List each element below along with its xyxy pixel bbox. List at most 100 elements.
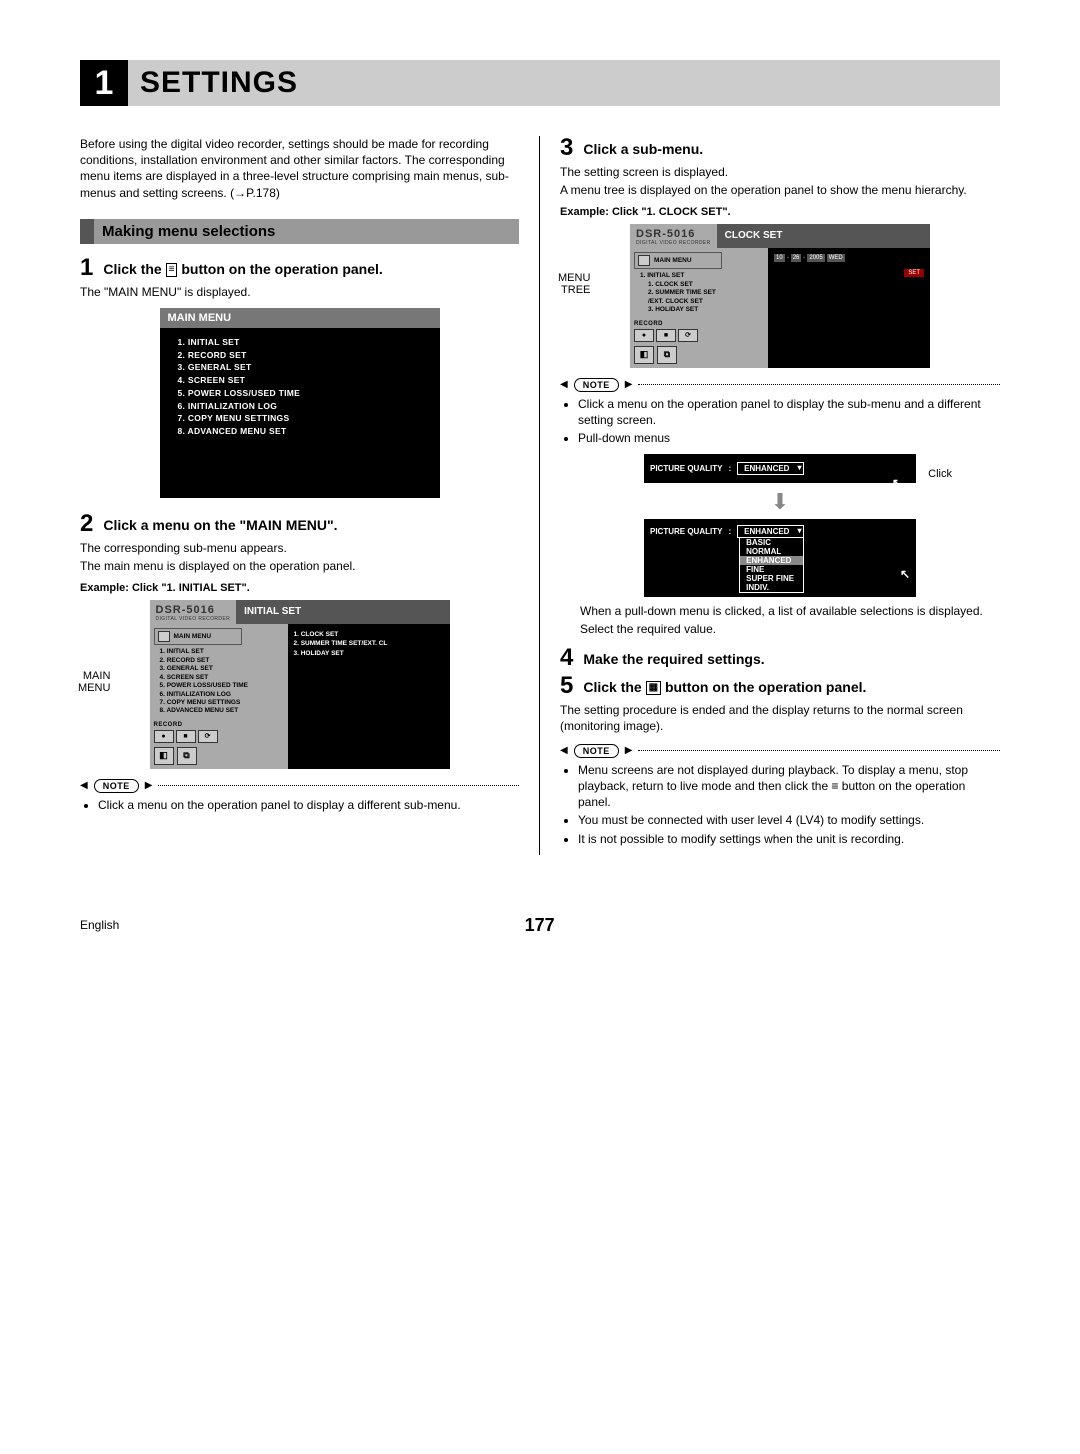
step-2-body-1: The corresponding sub-menu appears.	[80, 540, 519, 556]
note-label: NOTE	[574, 744, 619, 758]
step-number: 1	[80, 256, 93, 280]
step-1-title: Click the ≡ button on the operation pane…	[103, 256, 382, 278]
step-4-title: Make the required settings.	[583, 646, 764, 668]
main-menu-items: 1. INITIAL SET 2. RECORD SET 3. GENERAL …	[160, 328, 440, 498]
menu-tree-callout: MENU TREE	[558, 272, 590, 296]
note-arrow-right-icon: ▶	[145, 780, 153, 791]
month-select: 10	[774, 254, 785, 262]
menu-item: 5. POWER LOSS/USED TIME	[178, 387, 430, 400]
pq-option: BASIC	[740, 538, 803, 547]
pq-body-2: Select the required value.	[580, 621, 1000, 637]
tool-icon: ◧	[154, 747, 174, 765]
step-2-example: Example: Click "1. INITIAL SET".	[80, 582, 519, 594]
note-bullet: You must be connected with user level 4 …	[578, 812, 1000, 828]
dsr-clock-screenshot: DSR-5016 DIGITAL VIDEO RECORDER CLOCK SE…	[630, 224, 930, 367]
main-menu-screenshot: MAIN MENU 1. INITIAL SET 2. RECORD SET 3…	[160, 308, 440, 498]
step-4: 4 Make the required settings.	[560, 646, 1000, 670]
live-icon: ▦	[646, 681, 661, 695]
note-2-list: Click a menu on the operation panel to d…	[560, 396, 1000, 447]
pq-option: SUPER FINE	[740, 574, 803, 583]
note-arrow-left-icon: ◀	[560, 745, 568, 756]
note-1-list: Click a menu on the operation panel to d…	[80, 797, 519, 813]
step-5-title: Click the ▦ button on the operation pane…	[583, 674, 866, 696]
pq-select-closed: ENHANCED	[737, 462, 804, 475]
transport-controls: ● ■ ⟳	[154, 730, 284, 743]
dsr-brand: DSR-5016	[636, 228, 711, 240]
tool-icon: ⧉	[657, 346, 677, 364]
note-bullet: Click a menu on the operation panel to d…	[578, 396, 1000, 428]
step-3: 3 Click a sub-menu.	[560, 136, 1000, 160]
note-row: ◀ NOTE ▶	[560, 378, 1000, 392]
footer-language: English	[80, 918, 119, 932]
menu-item: 7. COPY MENU SETTINGS	[178, 412, 430, 425]
note-label: NOTE	[574, 378, 619, 392]
pq-option: INDIV.	[740, 583, 803, 592]
pq-select-open: ENHANCED	[737, 525, 804, 538]
step-5-body: The setting procedure is ended and the d…	[560, 702, 1000, 734]
step-3-body-2: A menu tree is displayed on the operatio…	[560, 182, 1000, 198]
note-bullet: Click a menu on the operation panel to d…	[98, 797, 519, 813]
record-icon: ●	[154, 730, 174, 743]
dsr-side-list: 1. INITIAL SET 2. RECORD SET 3. GENERAL …	[154, 648, 284, 716]
note-3-list: Menu screens are not displayed during pl…	[560, 762, 1000, 847]
pq-label: PICTURE QUALITY	[650, 527, 722, 536]
step-1-body: The "MAIN MENU" is displayed.	[80, 284, 519, 300]
pulldown-closed: Click PICTURE QUALITY : ENHANCED ↖	[644, 454, 916, 483]
set-button: SET	[904, 269, 924, 277]
pq-options: BASIC NORMAL ENHANCED FINE SUPER FINE IN…	[739, 537, 804, 593]
pq-option-selected: ENHANCED	[740, 556, 803, 565]
list-icon	[638, 255, 650, 266]
day-select: 26	[791, 254, 802, 262]
note-bullet: It is not possible to modify settings wh…	[578, 831, 1000, 847]
dsr-panel-title: CLOCK SET	[717, 224, 930, 248]
menu-item: 1. INITIAL SET	[178, 336, 430, 349]
stop-icon: ■	[176, 730, 196, 743]
play-icon: ⟳	[678, 329, 698, 342]
menu-item: 2. RECORD SET	[178, 349, 430, 362]
step-3-title: Click a sub-menu.	[583, 136, 703, 158]
click-callout: Click	[928, 468, 952, 480]
pq-label: PICTURE QUALITY	[650, 464, 722, 473]
note-arrow-left-icon: ◀	[560, 379, 568, 390]
dsr-subtitle: DIGITAL VIDEO RECORDER	[636, 240, 711, 246]
page-footer: English 177	[80, 915, 1000, 936]
tool-icons: ◧ ⧉	[634, 346, 764, 364]
note-arrow-left-icon: ◀	[80, 780, 88, 791]
chapter-title: 1 SETTINGS	[80, 60, 1000, 106]
transport-controls: ● ■ ⟳	[634, 329, 764, 342]
step-number: 3	[560, 136, 573, 160]
tool-icon: ⧉	[177, 747, 197, 765]
menu-item: 6. INITIALIZATION LOG	[178, 400, 430, 413]
main-menu-callout: MAIN MENU	[78, 670, 110, 694]
year-select: 2005	[807, 254, 824, 262]
record-label: RECORD	[634, 321, 764, 327]
step-number: 2	[80, 512, 93, 536]
menu-item: 3. GENERAL SET	[178, 361, 430, 374]
menu-item: 4. SCREEN SET	[178, 374, 430, 387]
main-menu-tab: MAIN MENU	[634, 252, 722, 269]
dsr-submenu-list: 1. CLOCK SET 2. SUMMER TIME SET/EXT. CL …	[294, 630, 444, 657]
main-menu-header: MAIN MENU	[160, 308, 440, 328]
step-5: 5 Click the ▦ button on the operation pa…	[560, 674, 1000, 698]
tool-icon: ◧	[634, 346, 654, 364]
note-bullet: Menu screens are not displayed during pl…	[578, 762, 1000, 811]
menu-list-icon: ≡	[166, 263, 178, 277]
step-2: 2 Click a menu on the "MAIN MENU".	[80, 512, 519, 536]
pq-body-1: When a pull-down menu is clicked, a list…	[580, 603, 1000, 619]
step-number: 5	[560, 674, 573, 698]
main-menu-tab: MAIN MENU	[154, 628, 242, 645]
dsr-brand: DSR-5016	[156, 604, 231, 616]
step-3-example: Example: Click "1. CLOCK SET".	[560, 206, 1000, 218]
step-2-title: Click a menu on the "MAIN MENU".	[103, 512, 337, 534]
down-arrow-icon: ⬇	[560, 489, 1000, 515]
pq-option: NORMAL	[740, 547, 803, 556]
chapter-heading: SETTINGS	[128, 60, 1000, 106]
section-heading: Making menu selections	[80, 219, 519, 244]
cursor-icon: ↖	[892, 476, 902, 490]
dsr-tree: 1. INITIAL SET 1. CLOCK SET 2. SUMMER TI…	[634, 272, 764, 314]
chapter-number: 1	[80, 60, 128, 106]
step-3-body-1: The setting screen is displayed.	[560, 164, 1000, 180]
list-icon	[158, 631, 170, 642]
note-row: ◀ NOTE ▶	[560, 744, 1000, 758]
step-number: 4	[560, 646, 573, 670]
